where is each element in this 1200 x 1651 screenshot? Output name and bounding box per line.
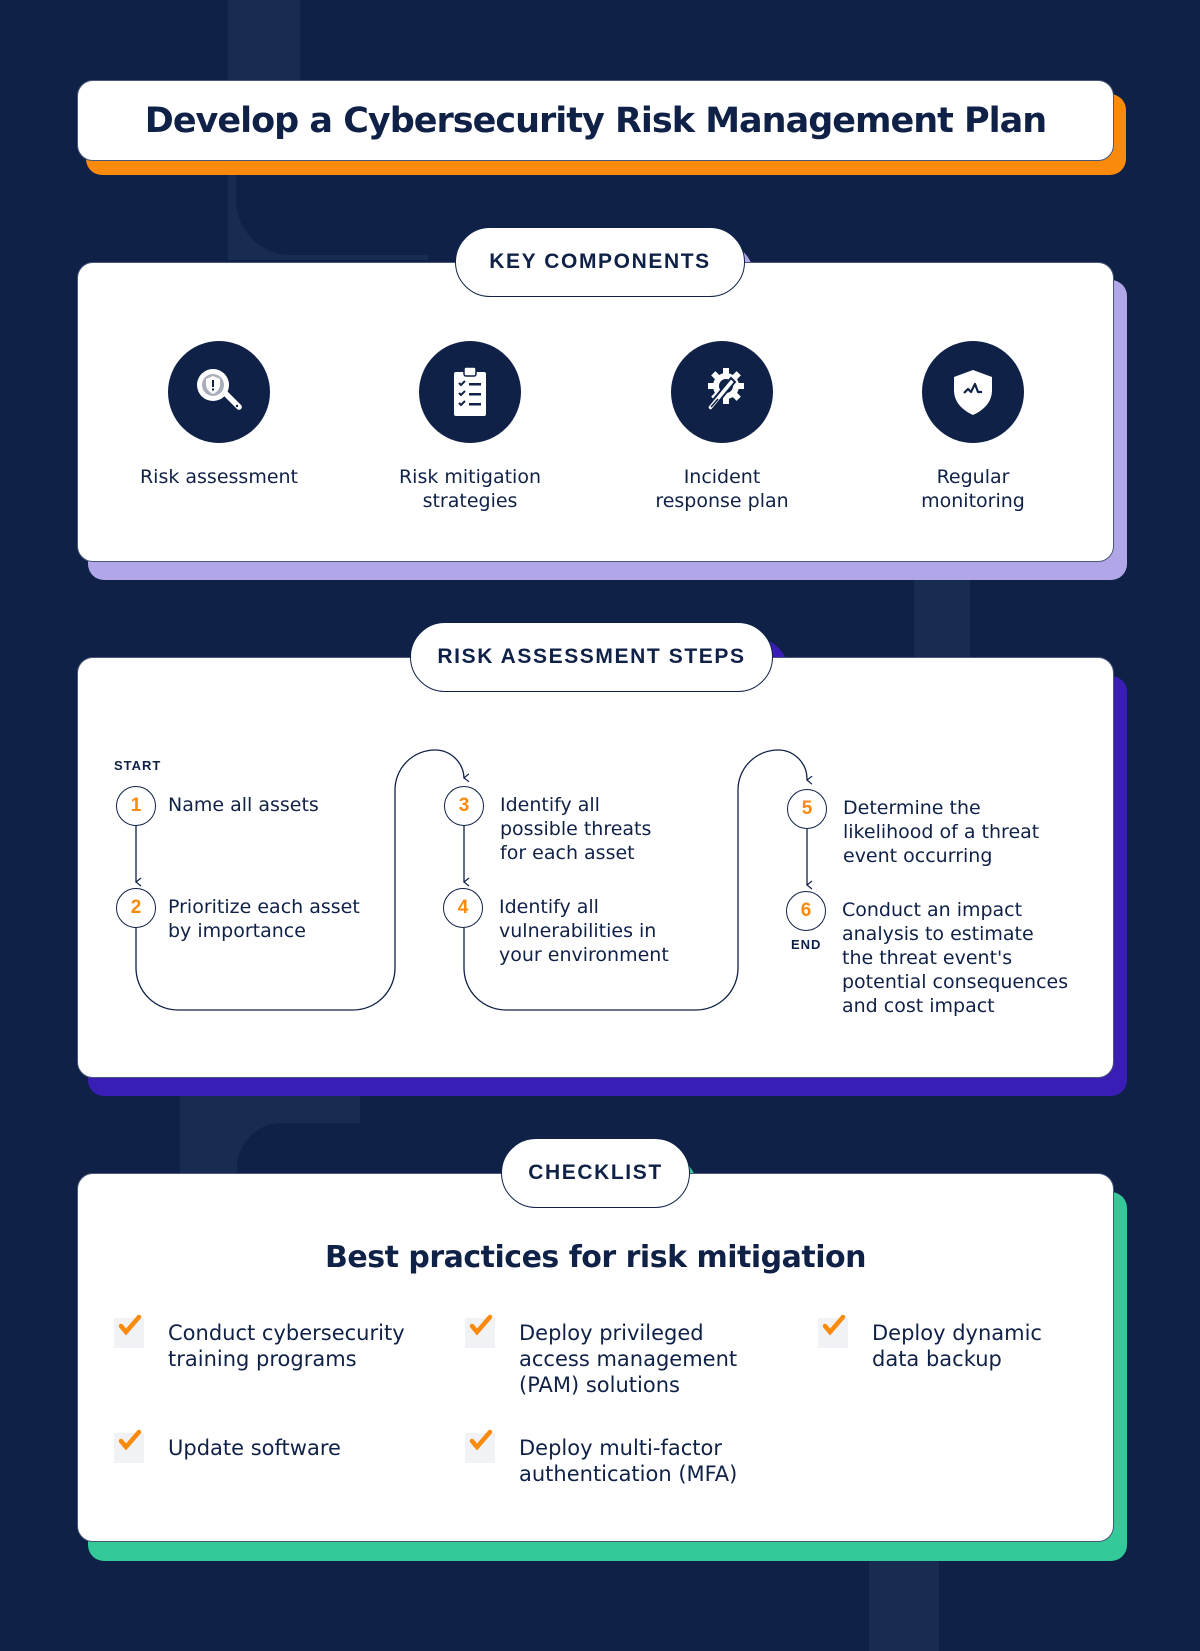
- step-text-1: Name all assets: [168, 794, 319, 816]
- checkbox: [818, 1314, 848, 1348]
- checkmark-icon: [822, 1314, 846, 1336]
- checklist-item-text: Deploy multi-factor authentication (MFA): [519, 1436, 738, 1486]
- checkmark-icon: [469, 1314, 493, 1336]
- step-number-5: 5: [787, 789, 827, 829]
- checkbox: [465, 1314, 495, 1348]
- step-number-2: 2: [116, 888, 156, 928]
- checklist-item: Conduct cybersecurity training programs: [114, 1314, 405, 1372]
- checklist-item: Deploy multi-factor authentication (MFA): [465, 1429, 738, 1487]
- connector-2-3: [135, 749, 470, 1011]
- step-text-5: Determine the likelihood of a threat eve…: [843, 797, 1040, 867]
- checklist-item-text: Conduct cybersecurity training programs: [168, 1321, 405, 1371]
- checkbox: [465, 1429, 495, 1463]
- end-label: END: [791, 937, 822, 952]
- checklist-item-text: Deploy privileged access management (PAM…: [519, 1321, 738, 1397]
- checkmark-icon: [118, 1429, 142, 1451]
- start-label: START: [114, 758, 162, 773]
- checklist-item: Deploy dynamic data backup: [818, 1314, 1042, 1372]
- step-text-3: Identify all possible threats for each a…: [500, 794, 652, 864]
- checkbox: [114, 1429, 144, 1463]
- checkbox: [114, 1314, 144, 1348]
- step-number-1: 1: [116, 786, 156, 826]
- step-text-4: Identify all vulnerabilities in your env…: [499, 896, 669, 966]
- step-number-6: 6: [786, 891, 826, 931]
- checkmark-icon: [118, 1314, 142, 1336]
- step-number-4: 4: [443, 888, 483, 928]
- checkmark-icon: [469, 1429, 493, 1451]
- checklist-item: Update software: [114, 1429, 341, 1463]
- step-text-6: Conduct an impact analysis to estimate t…: [842, 899, 1069, 1017]
- checklist-item: Deploy privileged access management (PAM…: [465, 1314, 738, 1398]
- checklist-item-text: Update software: [168, 1436, 341, 1460]
- checklist-heading: CHECKLIST: [501, 1138, 690, 1208]
- connector-4-5: [463, 749, 813, 1011]
- checklist-subheading: Best practices for risk mitigation: [325, 1240, 866, 1275]
- step-text-2: Prioritize each asset by importance: [168, 896, 360, 942]
- step-number-3: 3: [444, 786, 484, 826]
- checklist-item-text: Deploy dynamic data backup: [872, 1321, 1042, 1371]
